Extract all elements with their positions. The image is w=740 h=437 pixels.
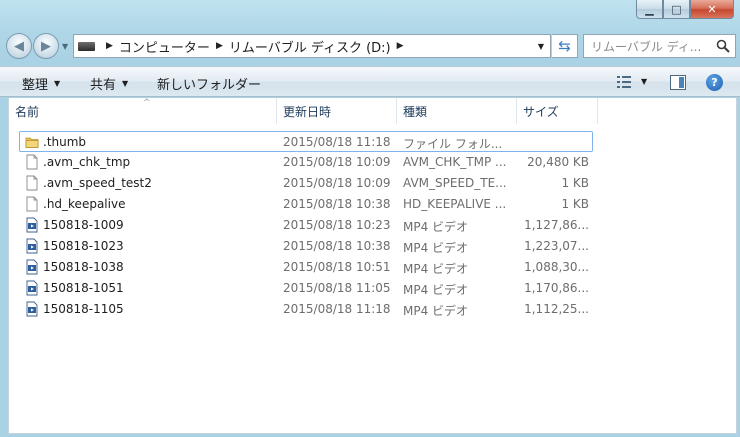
- close-button[interactable]: ✕: [690, 0, 734, 19]
- folder-row[interactable]: .thumb 2015/08/18 11:18 ファイル フォル...: [19, 131, 593, 152]
- search-input[interactable]: リムーバブル ディ...: [591, 38, 711, 55]
- file-name: .avm_speed_test2: [43, 176, 152, 190]
- file-type: MP4 ビデオ: [403, 262, 469, 276]
- back-arrow-icon: ◀: [14, 38, 24, 54]
- recent-pages-dropdown[interactable]: ▼: [62, 42, 68, 51]
- help-icon[interactable]: ?: [706, 74, 723, 91]
- file-modified-date: 2015/08/18 10:38: [283, 197, 391, 211]
- title-bar: ▁ □ ✕: [0, 0, 740, 28]
- column-headers: 名前 ^ 更新日時 種類 サイズ: [9, 98, 738, 124]
- file-size: 20,480 KB: [527, 155, 589, 169]
- file-type: HD_KEEPALIVE ...: [403, 197, 507, 211]
- forward-arrow-icon: ▶: [41, 38, 51, 54]
- file-rows: .thumb 2015/08/18 11:18 ファイル フォル... .avm_ch…: [9, 131, 738, 320]
- file-type: MP4 ビデオ: [403, 304, 469, 318]
- file-size: 1,112,25...: [524, 302, 589, 316]
- new-folder-label: 新しいフォルダー: [157, 78, 262, 93]
- column-header-date[interactable]: 更新日時: [277, 98, 397, 124]
- view-options-dropdown[interactable]: ▼: [641, 77, 647, 86]
- file-modified-date: 2015/08/18 10:09: [283, 176, 391, 190]
- removable-drive-icon: [78, 41, 95, 51]
- file-size: 1,088,30...: [524, 260, 589, 274]
- breadcrumb-removable-disk[interactable]: リムーバブル ディスク (D:): [229, 37, 391, 56]
- file-type: ファイル フォル...: [403, 137, 503, 151]
- maximize-button[interactable]: □: [663, 0, 690, 19]
- minimize-icon: ▁: [645, 2, 654, 16]
- sort-ascending-icon: ^: [143, 98, 151, 108]
- search-box[interactable]: リムーバブル ディ...: [583, 34, 736, 58]
- minimize-button[interactable]: ▁: [636, 0, 663, 19]
- file-row[interactable]: 150818-1009 2015/08/18 10:23 MP4 ビデオ 1,127,…: [9, 215, 738, 236]
- view-options-icon[interactable]: [617, 76, 631, 88]
- file-type: MP4 ビデオ: [403, 241, 469, 255]
- file-size: 1,170,86...: [524, 281, 589, 295]
- file-type: AVM_CHK_TMP ...: [403, 155, 507, 169]
- address-history-dropdown[interactable]: ▼: [538, 42, 544, 51]
- file-type: MP4 ビデオ: [403, 283, 469, 297]
- file-size: 1 KB: [561, 197, 589, 211]
- file-modified-date: 2015/08/18 10:51: [283, 260, 391, 274]
- file-size: 1,127,86...: [524, 218, 589, 232]
- file-type: MP4 ビデオ: [403, 220, 469, 234]
- file-name: 150818-1009: [43, 218, 124, 232]
- file-type: AVM_SPEED_TE...: [403, 176, 507, 190]
- breadcrumb-chevron-icon[interactable]: ▶: [397, 41, 404, 51]
- maximize-icon: □: [671, 2, 682, 16]
- share-menu[interactable]: 共有 ▼: [90, 74, 128, 93]
- file-name: .avm_chk_tmp: [43, 155, 131, 169]
- file-name: 150818-1038: [43, 260, 124, 274]
- file-name: 150818-1105: [43, 302, 124, 316]
- forward-button[interactable]: ▶: [33, 33, 59, 59]
- preview-pane-icon[interactable]: [670, 75, 686, 90]
- file-name: .thumb: [43, 135, 87, 149]
- window-controls: ▁ □ ✕: [636, 0, 734, 19]
- file-name: 150818-1023: [43, 239, 124, 253]
- chevron-down-icon: ▼: [54, 79, 61, 88]
- file-row[interactable]: .avm_chk_tmp 2015/08/18 10:09 AVM_CHK_TMP …: [9, 152, 738, 173]
- share-label: 共有: [90, 78, 117, 93]
- chevron-down-icon: ▼: [122, 79, 129, 88]
- file-row[interactable]: 150818-1038 2015/08/18 10:51 MP4 ビデオ 1,088,…: [9, 257, 738, 278]
- address-bar[interactable]: ▶ コンピューター ▶ リムーバブル ディスク (D:) ▶ ▼: [73, 34, 551, 58]
- file-name: .hd_keepalive: [43, 197, 126, 211]
- column-header-size[interactable]: サイズ: [517, 98, 598, 124]
- file-modified-date: 2015/08/18 10:09: [283, 155, 391, 169]
- file-modified-date: 2015/08/18 11:05: [283, 281, 391, 295]
- new-folder-button[interactable]: 新しいフォルダー: [157, 74, 261, 93]
- file-row[interactable]: 150818-1105 2015/08/18 11:18 MP4 ビデオ 1,112,…: [9, 299, 738, 320]
- command-bar: 整理 ▼ 共有 ▼ 新しいフォルダー ▼ ?: [0, 66, 740, 97]
- file-modified-date: 2015/08/18 11:18: [283, 302, 391, 316]
- file-size: 1,223,07...: [524, 239, 589, 253]
- breadcrumb-chevron-icon[interactable]: ▶: [216, 41, 223, 51]
- refresh-icon: ⇆: [558, 37, 571, 55]
- column-header-type[interactable]: 種類: [397, 98, 517, 124]
- refresh-button[interactable]: ⇆: [552, 34, 578, 58]
- file-size: 1 KB: [561, 176, 589, 190]
- close-icon: ✕: [707, 2, 717, 16]
- explorer-window: ▁ □ ✕ ◀ ▶ ▼ ▶ コンピューター ▶ リムーバブル ディスク (D:)…: [0, 0, 740, 437]
- navigation-buttons: ◀ ▶ ▼: [6, 33, 68, 59]
- file-row[interactable]: 150818-1023 2015/08/18 10:38 MP4 ビデオ 1,223,…: [9, 236, 738, 257]
- file-modified-date: 2015/08/18 10:38: [283, 239, 391, 253]
- organize-menu[interactable]: 整理 ▼: [22, 74, 60, 93]
- back-button[interactable]: ◀: [6, 33, 32, 59]
- file-name: 150818-1051: [43, 281, 124, 295]
- search-icon[interactable]: [716, 39, 730, 53]
- file-row[interactable]: .avm_speed_test2 2015/08/18 10:09 AVM_SPEE…: [9, 173, 738, 194]
- file-modified-date: 2015/08/18 11:18: [283, 135, 391, 149]
- file-modified-date: 2015/08/18 10:23: [283, 218, 391, 232]
- file-row[interactable]: 150818-1051 2015/08/18 11:05 MP4 ビデオ 1,170,…: [9, 278, 738, 299]
- organize-label: 整理: [22, 78, 49, 93]
- breadcrumb-chevron-icon[interactable]: ▶: [106, 41, 113, 51]
- file-list-pane: 名前 ^ 更新日時 種類 サイズ .thumb 2015/08/18 11:18 フ…: [8, 98, 737, 434]
- file-row[interactable]: .hd_keepalive 2015/08/18 10:38 HD_KEEPALIV…: [9, 194, 738, 215]
- breadcrumb-computer[interactable]: コンピューター: [119, 37, 210, 56]
